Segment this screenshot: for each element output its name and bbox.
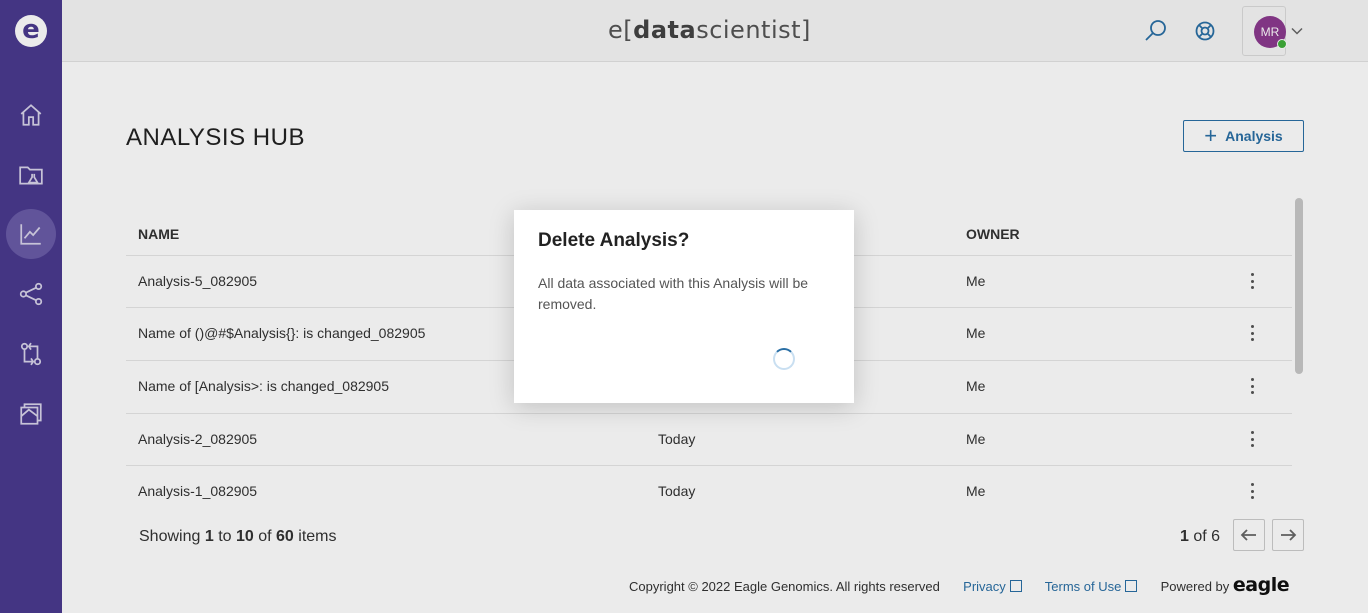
- loading-spinner-icon: [773, 348, 795, 370]
- dialog-title: Delete Analysis?: [538, 230, 690, 251]
- dialog-message: All data associated with this Analysis w…: [538, 275, 809, 312]
- delete-analysis-dialog: Delete Analysis? All data associated wit…: [514, 210, 854, 403]
